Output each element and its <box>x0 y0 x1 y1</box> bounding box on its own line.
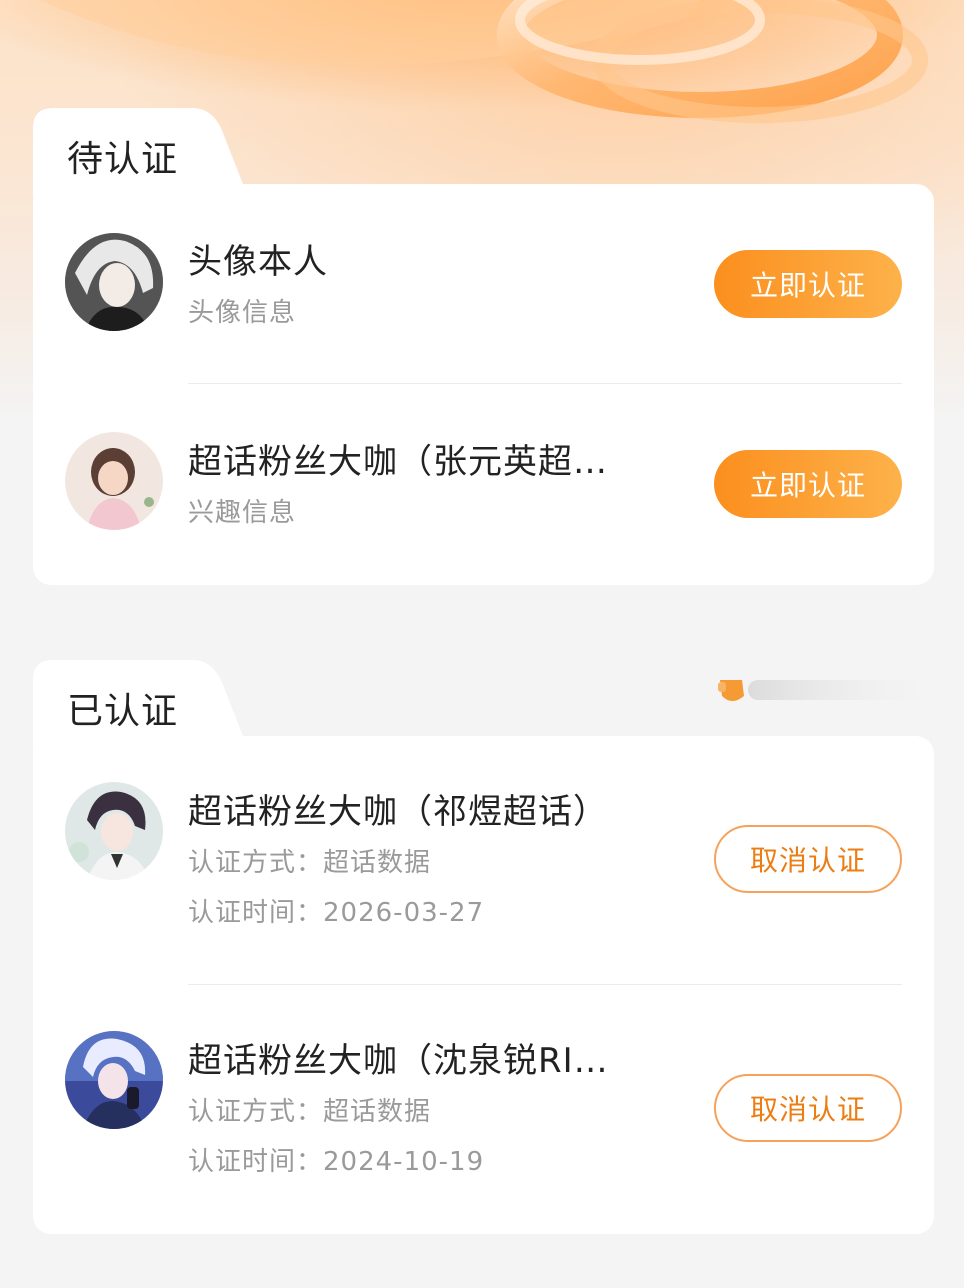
verify-method-label: 认证方式： <box>188 1097 324 1127</box>
verified-card: 超话粉丝大咖（祁煜超话） 认证方式：超话数据 认证时间：2026-03-27 取… <box>33 736 934 1234</box>
item-subtitle: 兴趣信息 <box>188 498 297 528</box>
verify-time: 认证时间：2024-10-19 <box>188 1141 484 1178</box>
verify-time-value: 2024-10-19 <box>323 1147 485 1177</box>
verify-time: 认证时间：2026-03-27 <box>188 892 484 929</box>
item-subtitle: 头像信息 <box>188 298 297 328</box>
list-item: 超话粉丝大咖（张元英超… 兴趣信息 立即认证 <box>33 384 934 585</box>
item-title: 超话粉丝大咖（沈泉锐RI… <box>188 1041 609 1081</box>
item-title: 超话粉丝大咖（祁煜超话） <box>188 792 608 832</box>
item-title: 超话粉丝大咖（张元英超… <box>188 442 608 482</box>
verify-method: 认证方式：超话数据 <box>188 842 431 879</box>
list-item: 头像本人 头像信息 立即认证 <box>33 184 934 384</box>
section-title-verified: 已认证 <box>67 691 179 732</box>
avatar <box>65 782 163 880</box>
pending-card: 头像本人 头像信息 立即认证 超话粉丝大咖（张元英超… 兴趣信息 立即认证 <box>33 184 934 585</box>
section-title-pending: 待认证 <box>67 139 179 180</box>
list-item: 超话粉丝大咖（沈泉锐RI… 认证方式：超话数据 认证时间：2024-10-19 … <box>33 985 934 1234</box>
avatar <box>65 432 163 530</box>
verify-time-label: 认证时间： <box>188 1147 324 1177</box>
verify-now-button[interactable]: 立即认证 <box>714 250 902 318</box>
verify-time-value: 2026-03-27 <box>323 898 485 928</box>
item-title: 头像本人 <box>188 242 328 282</box>
list-item: 超话粉丝大咖（祁煜超话） 认证方式：超话数据 认证时间：2026-03-27 取… <box>33 736 934 984</box>
verify-method-value: 超话数据 <box>323 848 432 878</box>
badge-icon <box>718 680 934 701</box>
cancel-verification-button[interactable]: 取消认证 <box>714 825 902 893</box>
verify-method-label: 认证方式： <box>188 848 324 878</box>
verify-time-label: 认证时间： <box>188 898 324 928</box>
avatar <box>65 233 163 331</box>
cancel-verification-button[interactable]: 取消认证 <box>714 1074 902 1142</box>
verify-method-value: 超话数据 <box>323 1097 432 1127</box>
avatar <box>65 1031 163 1129</box>
verify-method: 认证方式：超话数据 <box>188 1091 431 1128</box>
verify-now-button[interactable]: 立即认证 <box>714 450 902 518</box>
